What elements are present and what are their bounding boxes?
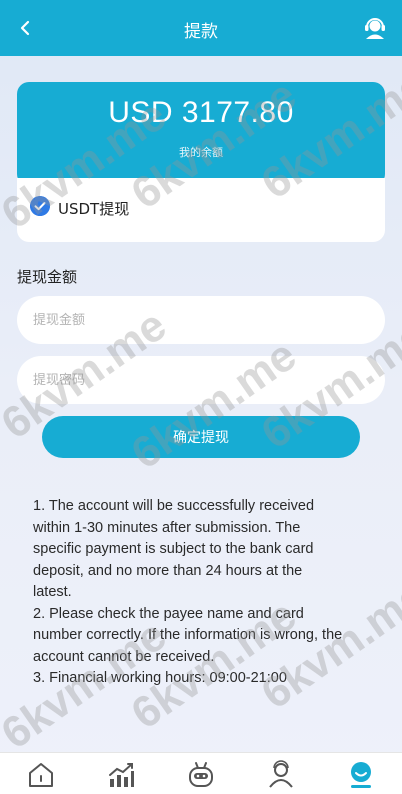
balance-label: 我的余额: [179, 146, 223, 159]
withdraw-amount-input[interactable]: [17, 296, 385, 344]
withdraw-method-option[interactable]: USDT提现: [17, 178, 385, 242]
note-item: 3. Financial working hours: 09:00-21:00: [33, 670, 287, 686]
amount-section-label: 提现金额: [17, 268, 78, 286]
robot-icon[interactable]: [185, 759, 217, 791]
home-icon[interactable]: [25, 759, 57, 791]
confirm-withdraw-button[interactable]: 确定提现: [42, 416, 360, 458]
bottom-tab-bar: [0, 752, 402, 794]
chart-icon[interactable]: [105, 759, 137, 791]
balance-amount: USD 3177.80: [108, 96, 294, 129]
balance-card: USD 3177.80 我的余额: [17, 82, 385, 186]
profile-icon[interactable]: [345, 759, 377, 791]
note-item: 2. Please check the payee name and card …: [33, 605, 343, 665]
note-item: 1. The account will be successfully rece…: [33, 498, 315, 600]
withdraw-password-input[interactable]: [17, 356, 385, 404]
withdraw-notes: 1. The account will be successfully rece…: [33, 496, 343, 690]
customer-service-icon[interactable]: [362, 14, 388, 40]
team-icon[interactable]: [265, 759, 297, 791]
checkbox-checked-icon[interactable]: [30, 196, 50, 216]
top-bar: 提款: [0, 0, 402, 56]
withdraw-method-label: USDT提现: [58, 200, 130, 218]
page-title: 提款: [184, 22, 218, 42]
